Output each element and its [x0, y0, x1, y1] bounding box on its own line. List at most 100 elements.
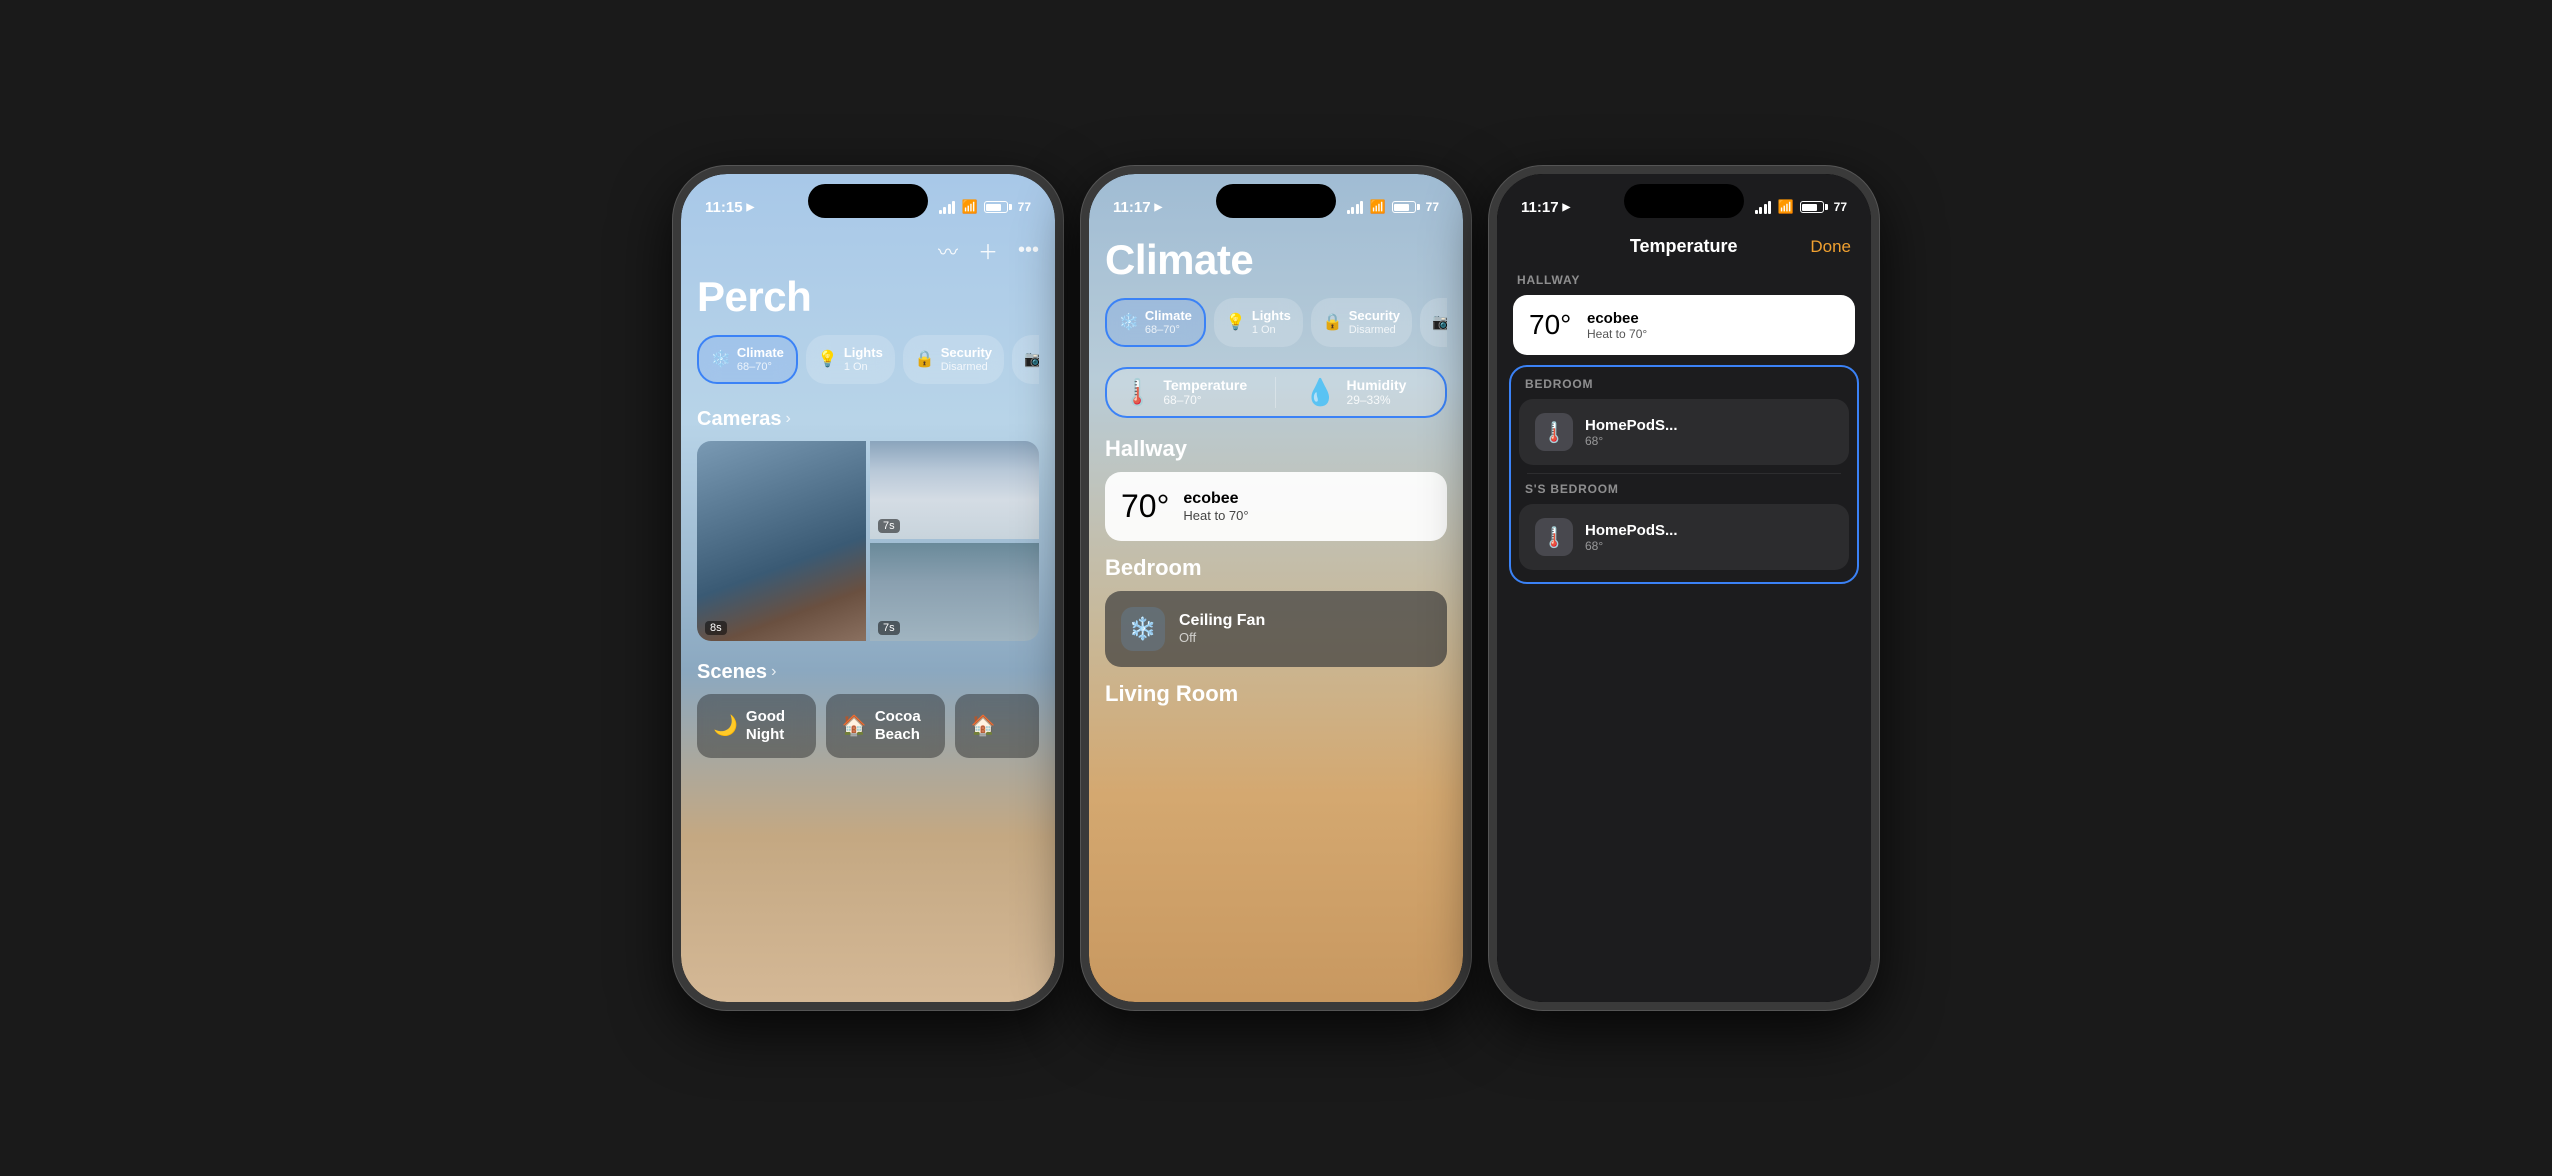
temperature-title: Temperature — [1557, 236, 1810, 257]
ceiling-fan-card[interactable]: ❄️ Ceiling Fan Off — [1105, 591, 1447, 667]
lights-tab-icon: 💡 — [1226, 312, 1246, 332]
location-arrow-icon: ▶ — [747, 202, 755, 213]
scenes-row: 🌙 Good Night 🏠 CocoaBeach 🏠 — [697, 694, 1039, 758]
scene-label-good-night: Good Night — [746, 708, 800, 744]
ecobee-sub: Heat to 70° — [1183, 508, 1248, 523]
humidity-icon: 💧 — [1304, 377, 1336, 408]
cameras-section-header: Cameras › — [697, 408, 1039, 431]
good-night-icon: 🌙 — [713, 713, 738, 738]
bedroom-homepod-name: HomePodS... — [1585, 417, 1678, 434]
ceiling-fan-name: Ceiling Fan — [1179, 612, 1265, 630]
battery-icon — [984, 201, 1012, 213]
climate-tab-security[interactable]: 🔒 Security Disarmed — [1311, 298, 1412, 347]
status-time-2: 11:17 ▶ — [1113, 199, 1162, 216]
ceiling-fan-icon: ❄️ — [1129, 616, 1156, 642]
hallway-ecobee-name: ecobee — [1587, 310, 1647, 327]
phone-perch: 11:15 ▶ 📶 77 — [673, 166, 1063, 1010]
more-icon[interactable]: ••• — [1018, 239, 1039, 262]
tab-climate[interactable]: ❄️ Climate 68–70° — [697, 335, 798, 384]
phone1-content: 〰 ＋ ••• Perch ❄️ Climate 68–70° 💡 Ligh — [681, 228, 1055, 1002]
camera-main[interactable]: 8s — [697, 441, 866, 641]
bedroom-section-label: BEDROOM — [1511, 377, 1857, 399]
location-arrow-icon-3: ▶ — [1563, 202, 1571, 213]
ecobee-hallway-card[interactable]: 70° ecobee Heat to 70° — [1105, 472, 1447, 541]
th-divider — [1275, 377, 1276, 408]
wifi-icon-3: 📶 — [1777, 199, 1793, 215]
security-tab-icon: 🔒 — [1323, 312, 1343, 332]
signal-bars-icon-2 — [1347, 201, 1364, 214]
living-room-title: Living Room — [1105, 681, 1447, 707]
bedroom-homepod-card[interactable]: 🌡️ HomePodS... 68° — [1519, 399, 1849, 465]
hallway-ecobee-card[interactable]: 70° ecobee Heat to 70° — [1513, 295, 1855, 355]
ss-bedroom-section-label: S'S BEDROOM — [1511, 482, 1857, 504]
scene-extra[interactable]: 🏠 — [955, 694, 1039, 758]
climate-tab-climate[interactable]: ❄️ Climate 68–70° — [1105, 298, 1206, 347]
phone3-content: Temperature Done HALLWAY 70° ecobee Heat… — [1497, 228, 1871, 1002]
dynamic-island — [808, 184, 928, 218]
status-icons-2: 📶 77 — [1347, 199, 1439, 215]
hallway-section: HALLWAY 70° ecobee Heat to 70° — [1497, 273, 1871, 355]
wifi-icon-2: 📶 — [1369, 199, 1385, 215]
climate-icon: ❄️ — [711, 349, 731, 369]
status-icons: 📶 77 — [939, 199, 1031, 215]
thermometer-icon-ss: 🌡️ — [1542, 525, 1567, 550]
camera-tab2-icon: 📷 — [1432, 312, 1447, 332]
climate-tab-camera[interactable]: 📷 8 — [1420, 298, 1447, 347]
ss-bedroom-homepod-card[interactable]: 🌡️ HomePodS... 68° — [1519, 504, 1849, 570]
dynamic-island-2 — [1216, 184, 1336, 218]
battery-icon-3 — [1800, 201, 1828, 213]
camera-timestamp-bottom: 7s — [878, 621, 900, 635]
battery-percent: 77 — [1018, 200, 1031, 214]
scene-good-night[interactable]: 🌙 Good Night — [697, 694, 816, 758]
scenes-chevron-icon[interactable]: › — [771, 663, 776, 681]
temp-humidity-selector[interactable]: 🌡️ Temperature 68–70° 💧 Humidity 29–33% — [1105, 367, 1447, 418]
thermometer-icon: 🌡️ — [1121, 377, 1153, 408]
wifi-icon: 📶 — [961, 199, 977, 215]
tab-lights[interactable]: 💡 Lights 1 On — [806, 335, 895, 384]
temperature-selector[interactable]: 🌡️ Temperature 68–70° — [1121, 377, 1247, 408]
scene-label-cocoa-beach: CocoaBeach — [875, 708, 921, 744]
camera-timestamp-main: 8s — [705, 621, 727, 635]
thermometer-icon-bedroom: 🌡️ — [1542, 420, 1567, 445]
waveform-icon[interactable]: 〰 — [938, 236, 958, 265]
bedroom-title: Bedroom — [1105, 555, 1447, 581]
camera-tab-icon: 📷 — [1024, 349, 1039, 369]
tabs-row: ❄️ Climate 68–70° 💡 Lights 1 On 🔒 — [697, 335, 1039, 388]
status-time-3: 11:17 ▶ — [1521, 199, 1570, 216]
phone-temperature: 11:17 ▶ 📶 77 — [1489, 166, 1879, 1010]
climate-tab-lights[interactable]: 💡 Lights 1 On — [1214, 298, 1303, 347]
bedroom-homepod-sub: 68° — [1585, 434, 1678, 448]
status-time: 11:15 ▶ — [705, 199, 754, 216]
toolbar: 〰 ＋ ••• — [697, 228, 1039, 269]
climate-tab-icon: ❄️ — [1119, 312, 1139, 332]
camera-top-right[interactable]: 7s — [870, 441, 1039, 539]
battery-icon-2 — [1392, 201, 1420, 213]
temperature-header: Temperature Done — [1497, 228, 1871, 273]
phone-climate: 11:17 ▶ 📶 77 Climate — [1081, 166, 1471, 1010]
bedroom-group-highlighted: BEDROOM 🌡️ HomePodS... 68° S'S BEDROOM 🌡… — [1509, 365, 1859, 584]
signal-bars-icon-3 — [1755, 201, 1772, 214]
ceiling-fan-icon-bg: ❄️ — [1121, 607, 1165, 651]
humidity-selector[interactable]: 💧 Humidity 29–33% — [1304, 377, 1406, 408]
ceiling-fan-sub: Off — [1179, 630, 1265, 645]
status-icons-3: 📶 77 — [1755, 199, 1847, 215]
add-icon[interactable]: ＋ — [978, 236, 998, 265]
tab-security[interactable]: 🔒 Security Disarmed — [903, 335, 1004, 384]
climate-page-title: Climate — [1105, 236, 1447, 284]
hallway-temp-val: 70° — [1529, 309, 1575, 341]
security-icon: 🔒 — [915, 349, 935, 369]
scenes-section: Scenes › 🌙 Good Night 🏠 CocoaBeach 🏠 — [697, 661, 1039, 758]
camera-timestamp-top: 7s — [878, 519, 900, 533]
ss-bedroom-homepod-sub: 68° — [1585, 539, 1678, 553]
ss-bedroom-homepod-name: HomePodS... — [1585, 522, 1678, 539]
section-divider — [1527, 473, 1841, 474]
hallway-section-label: HALLWAY — [1497, 273, 1871, 295]
cameras-chevron-icon[interactable]: › — [786, 410, 791, 428]
cocoa-beach-icon: 🏠 — [842, 713, 867, 738]
tab-camera[interactable]: 📷 6 — [1012, 335, 1039, 384]
bedroom-homepod-icon-bg: 🌡️ — [1535, 413, 1573, 451]
dynamic-island-3 — [1624, 184, 1744, 218]
camera-bottom-right[interactable]: 7s — [870, 543, 1039, 641]
done-button[interactable]: Done — [1810, 237, 1851, 257]
scene-cocoa-beach[interactable]: 🏠 CocoaBeach — [826, 694, 945, 758]
